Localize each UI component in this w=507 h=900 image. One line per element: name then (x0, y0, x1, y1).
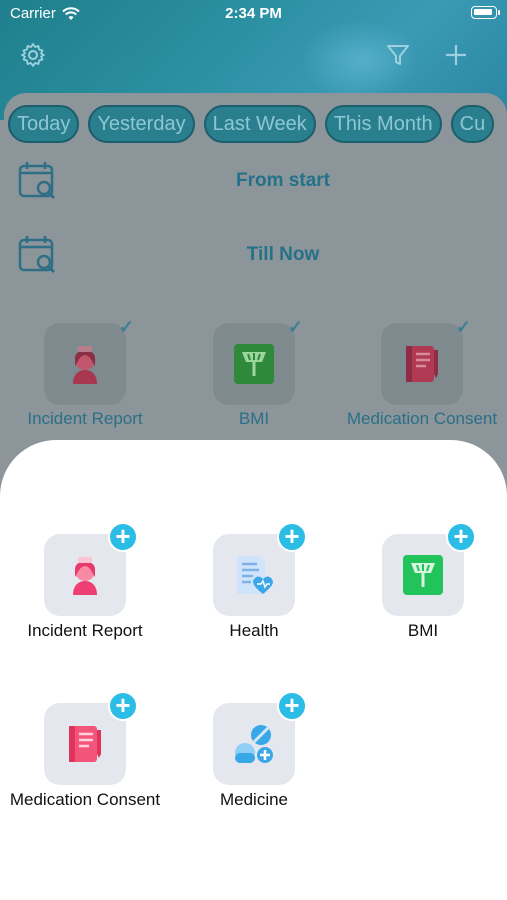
sheet-item-medicine[interactable]: + Medicine (169, 691, 339, 810)
add-button[interactable] (441, 40, 471, 70)
chip-custom[interactable]: Cu (450, 105, 495, 143)
add-badge-icon[interactable]: + (108, 522, 138, 552)
till-date-row[interactable]: Till Now (16, 233, 506, 277)
chip-this-month[interactable]: This Month (324, 105, 442, 143)
add-badge-icon[interactable]: + (277, 691, 307, 721)
form-tile: + (44, 691, 138, 785)
form-label: Medicine (219, 790, 289, 809)
form-label: BMI (407, 621, 439, 640)
form-tile: + (213, 691, 307, 785)
add-badge-icon[interactable]: + (446, 522, 476, 552)
form-label: BMI (238, 409, 270, 428)
add-badge-icon[interactable]: + (277, 522, 307, 552)
checkmark-icon: ✓ (287, 317, 303, 337)
checkmark-icon: ✓ (455, 317, 471, 337)
notebook-icon (69, 726, 101, 762)
chip-yesterday[interactable]: Yesterday (88, 105, 195, 143)
status-bar: Carrier 2:34 PM (0, 0, 507, 28)
calendar-search-icon (18, 162, 56, 200)
form-label: Medication Consent (346, 409, 498, 428)
pills-icon (235, 725, 273, 763)
filter-button[interactable] (383, 40, 413, 70)
calendar-search-icon (18, 236, 56, 274)
from-date-row[interactable]: From start (16, 159, 506, 203)
sheet-item-incident-report[interactable]: + Incident Report (0, 522, 170, 641)
form-tile: ✓ (44, 317, 134, 405)
form-tile: ✓ (381, 317, 471, 405)
scale-icon (403, 555, 443, 595)
chip-last-week[interactable]: Last Week (203, 105, 316, 143)
selected-form-incident-report[interactable]: ✓ Incident Report (0, 317, 170, 429)
form-tile: + (44, 522, 138, 616)
add-badge-icon[interactable]: + (108, 691, 138, 721)
form-label: Incident Report (27, 621, 143, 640)
plus-icon (446, 45, 466, 65)
sheet-item-health[interactable]: + Health (169, 522, 339, 641)
chip-today[interactable]: Today (8, 105, 80, 143)
notebook-icon (406, 346, 438, 382)
selected-form-bmi[interactable]: ✓ BMI (169, 317, 339, 429)
add-form-sheet: + Incident Report + Health + BMI + Medic… (0, 440, 507, 900)
till-date-label: Till Now (246, 244, 320, 265)
form-label: Medication Consent (9, 790, 161, 809)
form-tile: + (213, 522, 307, 616)
filter-icon (387, 45, 409, 65)
from-date-label: From start (236, 170, 330, 191)
form-label: Health (229, 621, 279, 640)
selected-form-medication-consent[interactable]: ✓ Medication Consent (337, 317, 507, 429)
gear-icon (21, 43, 45, 67)
nurse-icon (73, 346, 97, 384)
battery-icon (471, 6, 500, 19)
date-filter-chips: Today Yesterday Last Week This Month Cu (8, 105, 495, 143)
form-tile: + (382, 522, 476, 616)
sheet-item-bmi[interactable]: + BMI (338, 522, 507, 641)
form-label: Incident Report (27, 409, 143, 428)
scale-icon (234, 344, 274, 384)
clock: 2:34 PM (225, 5, 282, 22)
sheet-item-medication-consent[interactable]: + Medication Consent (0, 691, 170, 810)
settings-button[interactable] (18, 40, 48, 70)
form-tile: ✓ (213, 317, 303, 405)
nurse-icon (73, 557, 97, 595)
health-document-icon (237, 556, 273, 594)
checkmark-icon: ✓ (118, 317, 134, 337)
